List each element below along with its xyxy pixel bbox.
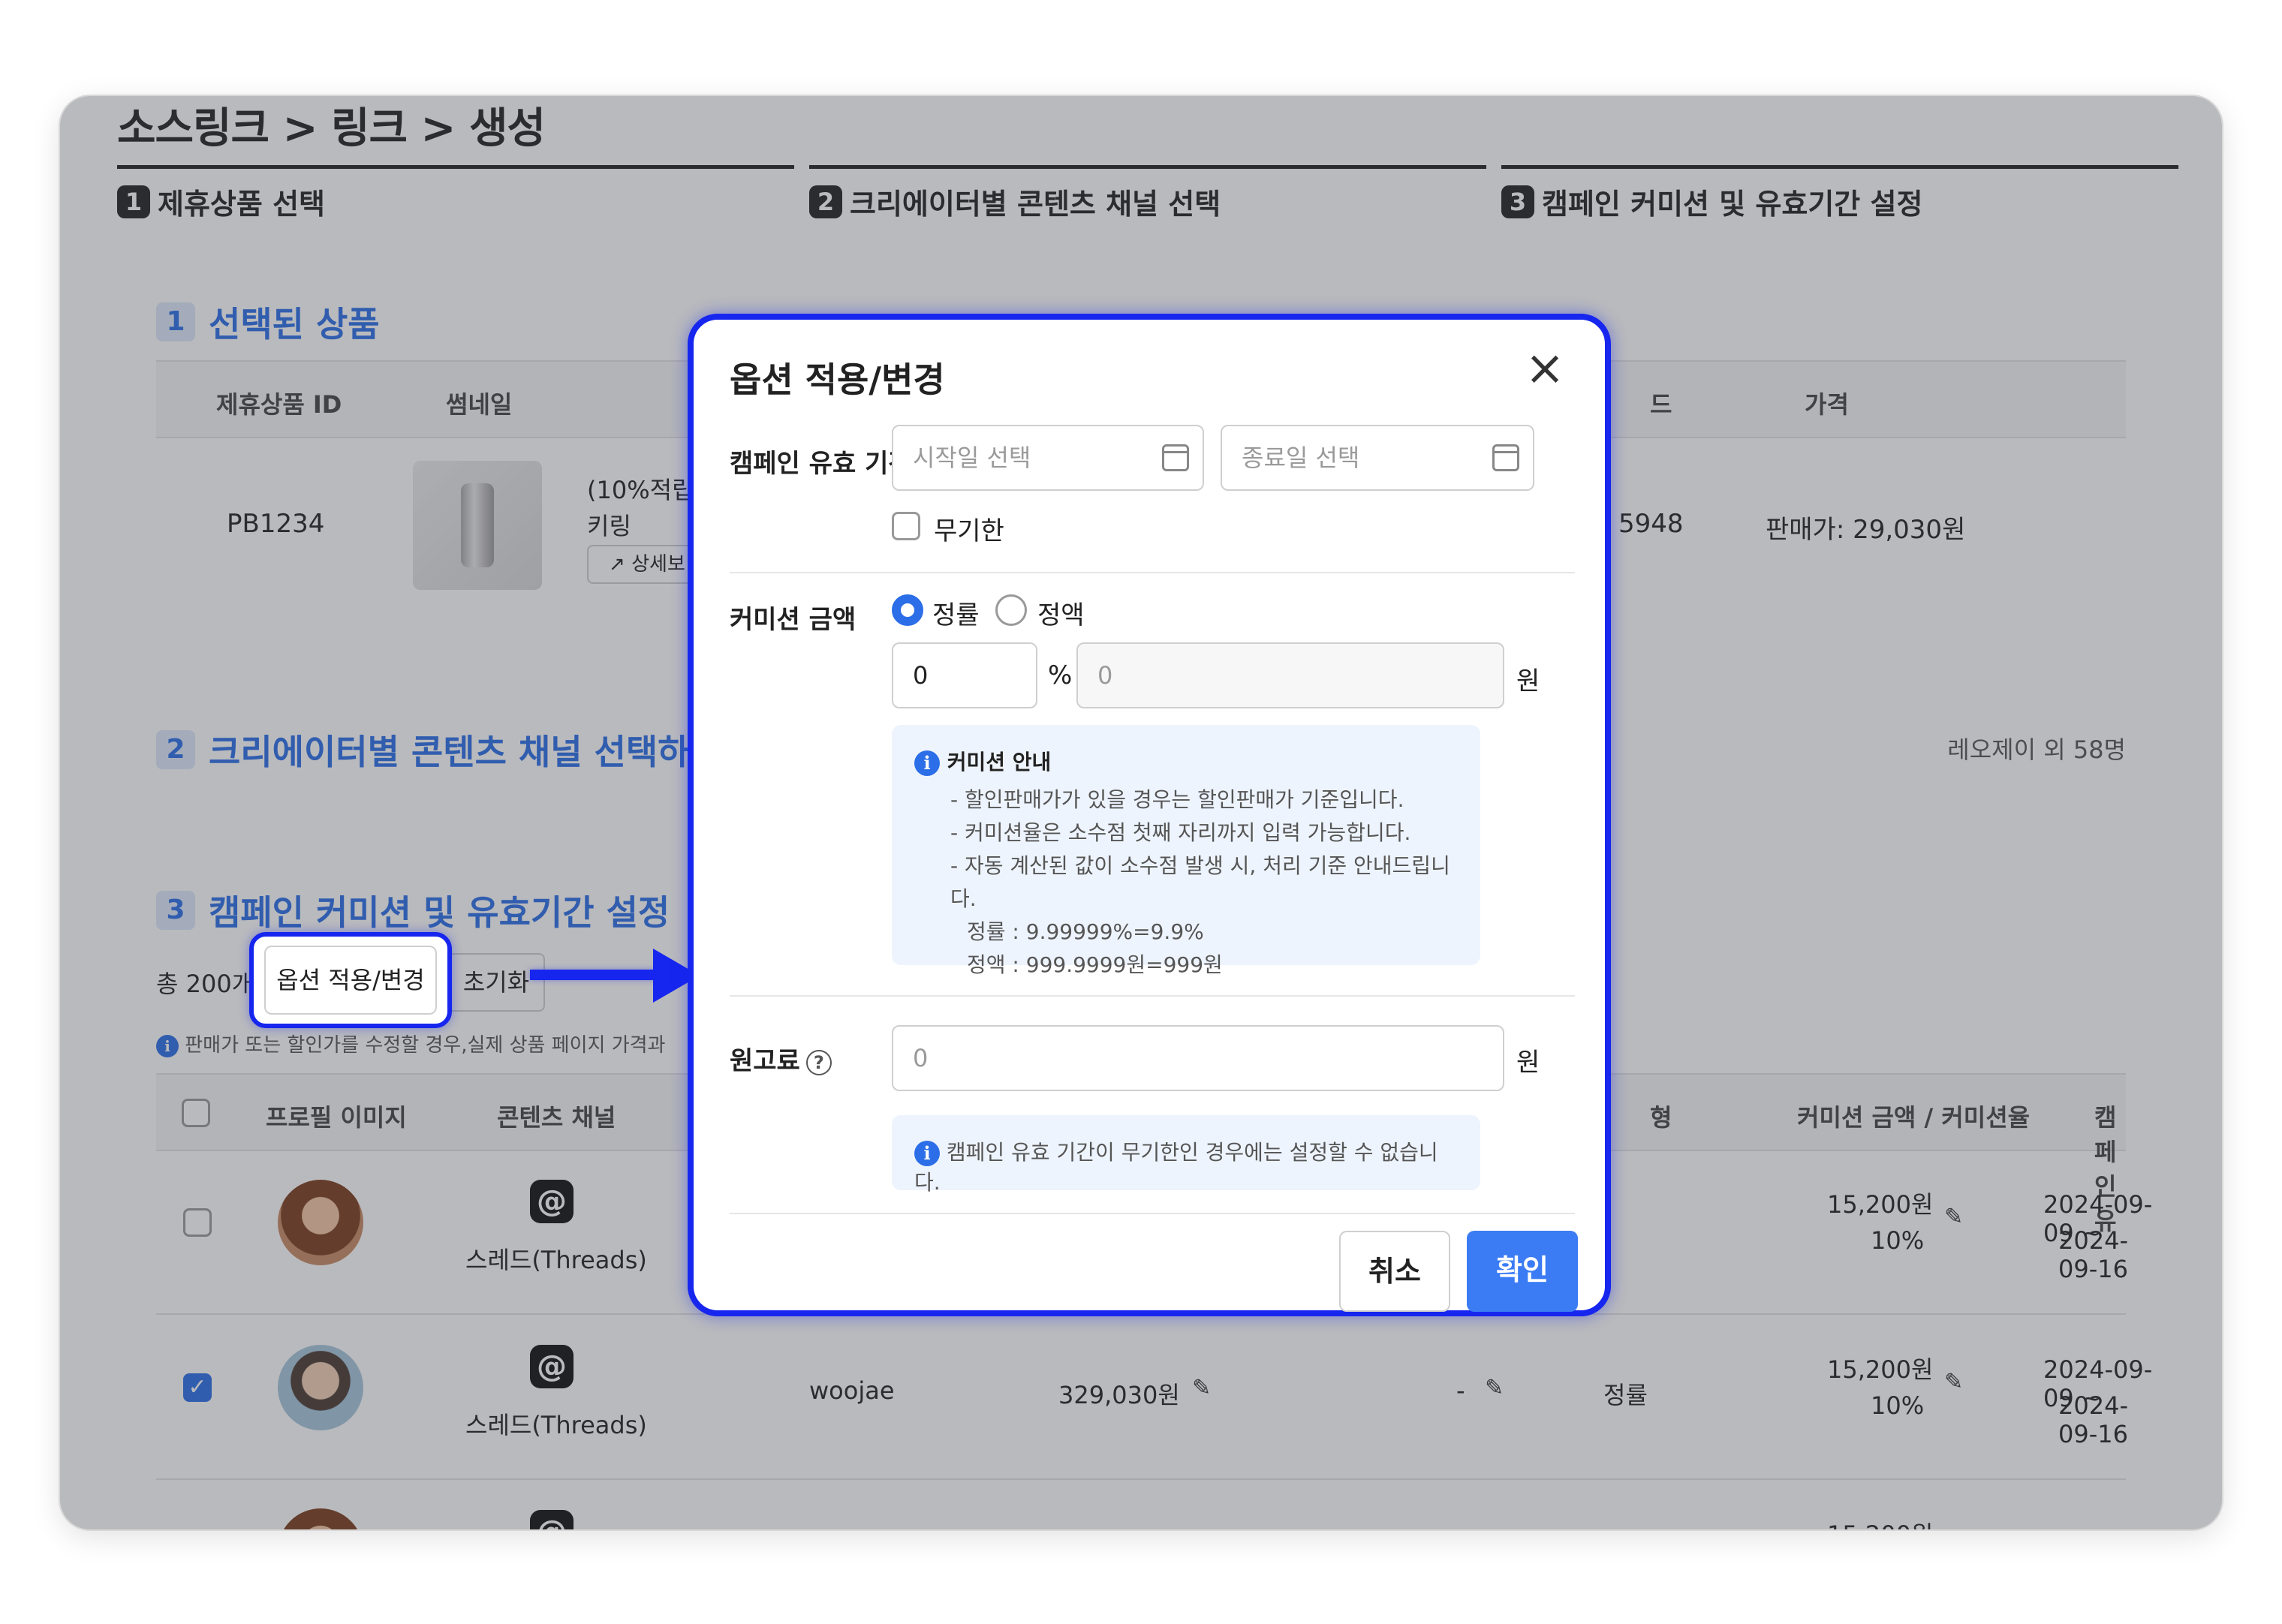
rate-radio[interactable] [892,594,923,626]
period-label-text: 캠페인 유효 기간 [730,449,912,479]
start-date-placeholder: 시작일 선택 [913,444,1031,472]
commission-label: 커미션 금액 [730,605,857,635]
divider [730,1213,1575,1214]
fee-label-text: 원고료 [730,1046,800,1076]
guide-line: - 커미션율은 소수점 첫째 자리까지 입력 가능합니다. [950,820,1411,845]
rate-input[interactable]: 0 [892,642,1037,708]
guide-line: - 할인판매가가 있을 경우는 할인판매가 기준입니다. [950,787,1404,812]
unlimited-label: 무기한 [934,516,1004,546]
app-window: 소스링크 > 링크 > 생성 1 제휴상품 선택 2 크리에이터별 콘텐츠 채널 선… [60,96,2222,1529]
fee-label: 원고료? [730,1040,832,1077]
won-unit: 원 [1516,666,1540,696]
fee-notice: i 캠페인 유효 기간이 무기한인 경우에는 설정할 수 없습니다. [892,1115,1480,1195]
info-icon: i [914,750,940,776]
divider [730,995,1575,997]
guide-line: 정률 : 9.99999%=9.9% [967,919,1204,944]
fee-input[interactable]: 0 [892,1025,1504,1091]
divider [730,572,1575,573]
option-button-highlight: 옵션 적용/변경 [249,932,452,1028]
won-unit: 원 [1516,1048,1540,1078]
arrow-indicator [530,970,658,980]
fee-notice-text: 캠페인 유효 기간이 무기한인 경우에는 설정할 수 없습니다. [914,1140,1438,1195]
cancel-button[interactable]: 취소 [1339,1231,1450,1312]
end-date-input[interactable]: 종료일 선택 [1221,425,1534,491]
help-icon[interactable]: ? [805,1049,832,1075]
option-apply-button[interactable]: 옵션 적용/변경 [264,946,437,1015]
fixed-radio[interactable] [995,594,1027,626]
calendar-icon [1492,444,1519,471]
rate-radio-label: 정률 [932,600,980,630]
guide-line: - 자동 계산된 값이 소수점 발생 시, 처리 기준 안내드립니다. [950,853,1450,911]
percent-unit: % [1048,660,1073,690]
calendar-icon [1162,444,1189,471]
start-date-input[interactable]: 시작일 선택 [892,425,1204,491]
commission-guide: i 커미션 안내 - 할인판매가가 있을 경우는 할인판매가 기준입니다. - … [892,725,1480,977]
unlimited-checkbox[interactable] [892,512,920,540]
end-date-placeholder: 종료일 선택 [1242,444,1360,472]
confirm-button[interactable]: 확인 [1467,1231,1578,1312]
page-content: 소스링크 > 링크 > 생성 1 제휴상품 선택 2 크리에이터별 콘텐츠 채널 선… [60,96,2222,1529]
close-icon[interactable]: × [1521,344,1569,395]
info-icon: i [914,1141,940,1166]
modal-title: 옵션 적용/변경 [730,359,945,400]
option-modal: 옵션 적용/변경 × 캠페인 유효 기간* 시작일 선택 종료일 선택 무기한 … [688,314,1611,1316]
fixed-amount-input[interactable]: 0 [1076,642,1504,708]
guide-title: 커미션 안내 [947,750,1052,774]
guide-line: 정액 : 999.9999원=999원 [967,952,1223,977]
fixed-radio-label: 정액 [1037,600,1085,630]
